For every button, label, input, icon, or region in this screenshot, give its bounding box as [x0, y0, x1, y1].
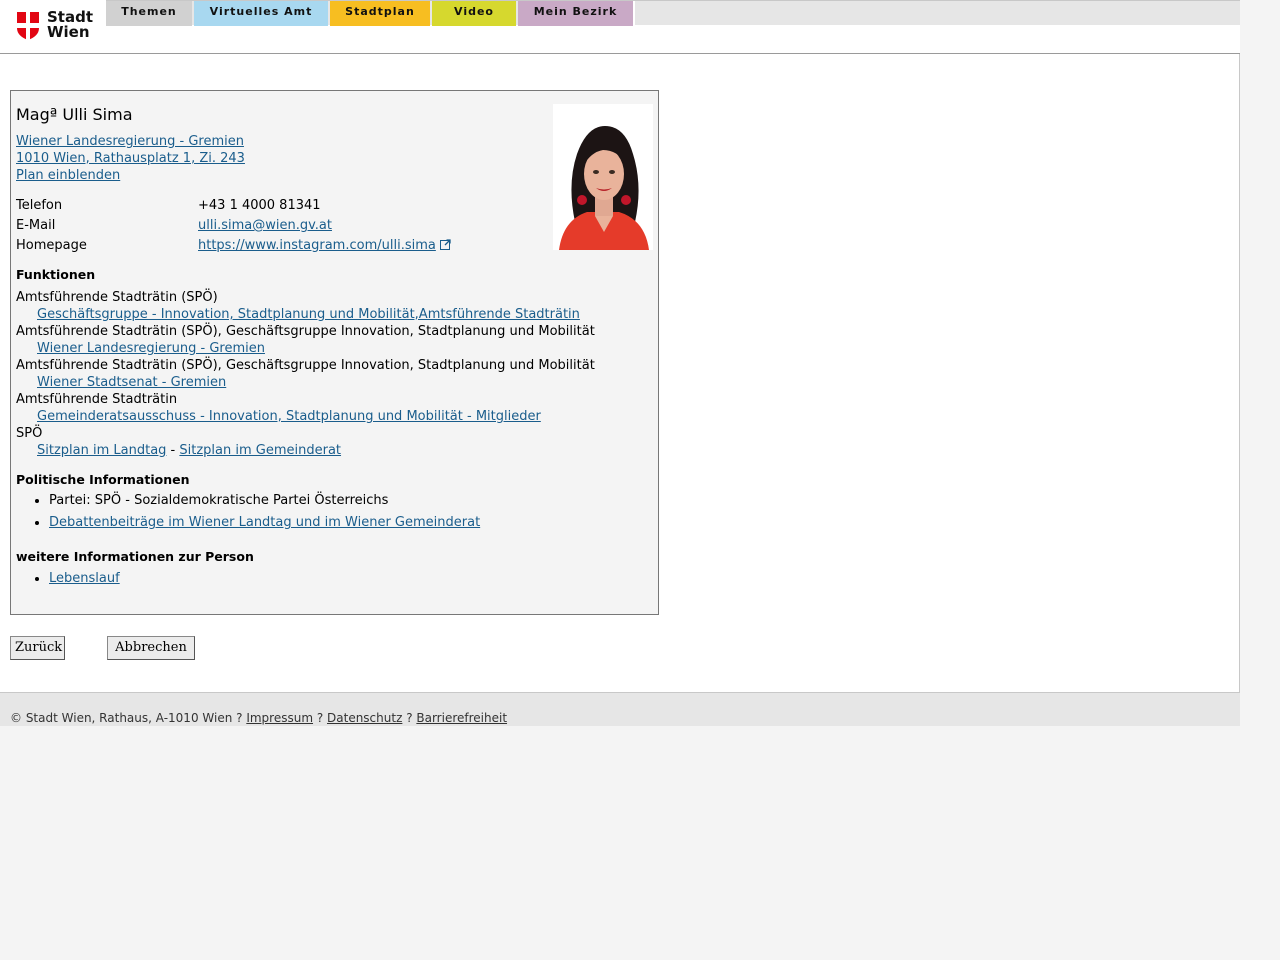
phone-value: +43 1 4000 81341: [198, 198, 321, 213]
political-info-heading: Politische Informationen: [16, 472, 190, 487]
tab-virtuelles-amt[interactable]: Virtuelles Amt: [194, 1, 328, 26]
impressum-link[interactable]: Impressum: [246, 711, 313, 725]
function-link[interactable]: Geschäftsgruppe - Innovation, Stadtplanu…: [37, 307, 580, 322]
person-address-block: Wiener Landesregierung - Gremien 1010 Wi…: [16, 133, 245, 184]
tab-stadtplan[interactable]: Stadtplan: [330, 1, 430, 26]
more-info-heading: weitere Informationen zur Person: [16, 549, 254, 564]
page-body: Stadt Wien Themen Virtuelles Amt Stadtpl…: [0, 0, 1240, 726]
political-info-list: Partei: SPÖ - Sozialdemokratische Partei…: [16, 492, 480, 536]
function-role: Amtsführende Stadträtin (SPÖ), Geschäfts…: [16, 324, 595, 339]
seat-plan-gemeinderat-link[interactable]: Sitzplan im Gemeinderat: [179, 443, 341, 458]
cancel-button[interactable]: Abbrechen: [107, 636, 195, 660]
portrait-photo: [553, 104, 653, 250]
show-map-link[interactable]: Plan einblenden: [16, 167, 245, 184]
phone-label: Telefon: [16, 198, 63, 213]
debate-contributions-link[interactable]: Debattenbeiträge im Wiener Landtag und i…: [49, 515, 480, 530]
logo-text: Stadt Wien: [47, 10, 93, 40]
tab-themen[interactable]: Themen: [106, 1, 192, 26]
contact-info: Telefon +43 1 4000 81341 E-Mail ulli.sim…: [16, 197, 536, 257]
person-card: Magª Ulli Sima Wiener Landesregierung - …: [10, 90, 659, 615]
seat-plan-links: Sitzplan im Landtag - Sitzplan im Gemein…: [16, 442, 595, 459]
homepage-row: Homepage https://www.instagram.com/ulli.…: [16, 237, 536, 257]
tab-video[interactable]: Video: [432, 1, 516, 26]
person-name: Magª Ulli Sima: [16, 105, 133, 124]
site-header: Stadt Wien Themen Virtuelles Amt Stadtpl…: [0, 0, 1240, 54]
function-link[interactable]: Gemeinderatsausschuss - Innovation, Stad…: [37, 409, 541, 424]
wien-shield-icon: [17, 12, 39, 40]
nav-separator: [633, 1, 635, 26]
datenschutz-link[interactable]: Datenschutz: [327, 711, 402, 725]
seat-plan-landtag-link[interactable]: Sitzplan im Landtag: [37, 443, 166, 458]
function-link[interactable]: Wiener Stadtsenat - Gremien: [37, 375, 226, 390]
functions-list: Amtsführende Stadträtin (SPÖ) Geschäftsg…: [16, 289, 595, 459]
function-link[interactable]: Wiener Landesregierung - Gremien: [37, 341, 265, 356]
main-navigation: Themen Virtuelles Amt Stadtplan Video Me…: [106, 0, 1240, 26]
portrait-image: [553, 104, 653, 250]
email-link[interactable]: ulli.sima@wien.gv.at: [198, 218, 332, 233]
homepage-link[interactable]: https://www.instagram.com/ulli.sima: [198, 238, 436, 253]
logo-line-2: Wien: [47, 23, 90, 41]
email-label: E-Mail: [16, 218, 56, 233]
external-link-icon: [439, 239, 451, 250]
seat-plan-separator: -: [166, 443, 180, 458]
footer-text: © Stadt Wien, Rathaus, A-1010 Wien ? Imp…: [10, 711, 507, 725]
function-role: Amtsführende Stadträtin (SPÖ), Geschäfts…: [16, 358, 595, 373]
site-footer: © Stadt Wien, Rathaus, A-1010 Wien ? Imp…: [0, 692, 1240, 726]
email-row: E-Mail ulli.sima@wien.gv.at: [16, 217, 536, 237]
phone-row: Telefon +43 1 4000 81341: [16, 197, 536, 217]
barrierefreiheit-link[interactable]: Barrierefreiheit: [416, 711, 507, 725]
more-info-list: Lebenslauf: [16, 570, 120, 592]
function-role: Amtsführende Stadträtin (SPÖ): [16, 290, 218, 305]
back-button[interactable]: Zurück: [10, 636, 65, 660]
footer-separator: ?: [313, 711, 328, 725]
copyright-text: © Stadt Wien, Rathaus, A-1010 Wien ?: [10, 711, 247, 725]
party-label: SPÖ: [16, 426, 43, 441]
org-link[interactable]: Wiener Landesregierung - Gremien: [16, 133, 245, 150]
functions-heading: Funktionen: [16, 267, 96, 282]
debate-list-item: Debattenbeiträge im Wiener Landtag und i…: [49, 514, 480, 531]
footer-separator: ?: [402, 711, 417, 725]
cv-link[interactable]: Lebenslauf: [49, 571, 120, 586]
cv-list-item: Lebenslauf: [49, 570, 120, 587]
party-info-item: Partei: SPÖ - Sozialdemokratische Partei…: [49, 492, 480, 509]
function-role: Amtsführende Stadträtin: [16, 392, 178, 407]
homepage-label: Homepage: [16, 238, 87, 253]
stadt-wien-logo[interactable]: Stadt Wien: [17, 10, 97, 42]
address-link[interactable]: 1010 Wien, Rathausplatz 1, Zi. 243: [16, 150, 245, 167]
tab-mein-bezirk[interactable]: Mein Bezirk: [518, 1, 633, 26]
